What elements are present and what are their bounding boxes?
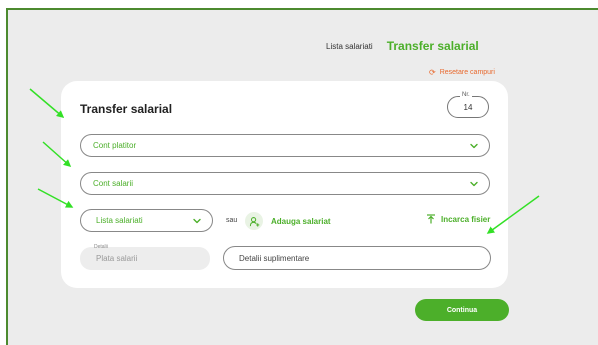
add-user-icon xyxy=(245,212,263,230)
nav-link-lista-salariati[interactable]: Lista salariati xyxy=(326,42,373,51)
or-separator: sau xyxy=(226,217,238,224)
reset-fields-link[interactable]: ⟳ Resetare campuri xyxy=(429,68,495,77)
nav-active-transfer-salarial[interactable]: Transfer salarial xyxy=(387,39,479,53)
upload-file-button[interactable]: Incarca fisier xyxy=(426,214,490,224)
document-number-field[interactable]: Nr. 14 xyxy=(447,91,489,118)
cont-salarii-select[interactable]: Cont salarii xyxy=(80,172,490,195)
transfer-form-card: Transfer salarial Nr. 14 Cont platitor C… xyxy=(61,81,508,288)
document-number-label: Nr. xyxy=(460,91,472,99)
detalii-field: Detalii Plata salarii xyxy=(80,244,210,270)
add-employee-label: Adauga salariat xyxy=(271,216,331,226)
upload-icon xyxy=(427,214,435,224)
detalii-suplimentare-placeholder: Detalii suplimentare xyxy=(239,253,310,263)
document-number-value: 14 xyxy=(463,103,473,112)
cont-platitor-select[interactable]: Cont platitor xyxy=(80,134,490,157)
cont-platitor-label: Cont platitor xyxy=(93,141,137,150)
app-frame: Lista salariati Transfer salarial ⟳ Rese… xyxy=(6,8,598,345)
reset-fields-label: Resetare campuri xyxy=(439,69,495,76)
continue-button[interactable]: Continua xyxy=(415,299,509,321)
chevron-down-icon xyxy=(470,143,478,149)
lista-salariati-label: Lista salariati xyxy=(96,216,143,225)
upload-file-label: Incarca fisier xyxy=(441,214,491,224)
continue-label: Continua xyxy=(446,306,478,314)
refresh-icon: ⟳ xyxy=(429,68,436,77)
form-title: Transfer salarial xyxy=(80,102,173,116)
add-employee-button[interactable]: Adauga salariat xyxy=(245,212,331,230)
lista-salariati-select[interactable]: Lista salariati xyxy=(80,209,213,232)
top-nav: Lista salariati Transfer salarial xyxy=(326,39,479,53)
chevron-down-icon xyxy=(470,181,478,187)
detalii-value: Plata salarii xyxy=(96,254,138,263)
detalii-suplimentare-input[interactable]: Detalii suplimentare xyxy=(223,246,491,270)
chevron-down-icon xyxy=(193,218,201,224)
detalii-label: Detalii xyxy=(94,244,108,250)
cont-salarii-label: Cont salarii xyxy=(93,179,134,188)
